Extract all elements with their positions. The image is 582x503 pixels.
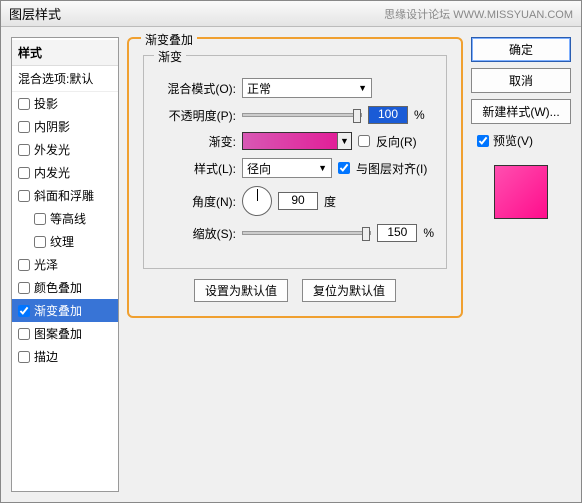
sidebar-item-label: 内发光 (34, 164, 70, 181)
reverse-checkbox[interactable] (358, 135, 370, 147)
sidebar-item-label: 外发光 (34, 141, 70, 158)
cancel-button[interactable]: 取消 (471, 68, 571, 93)
sidebar-item-checkbox[interactable] (18, 259, 30, 271)
angle-input[interactable]: 90 (278, 192, 318, 210)
percent-unit: % (414, 108, 425, 122)
sidebar-item-checkbox[interactable] (34, 213, 46, 225)
preview-label: 预览(V) (493, 132, 533, 149)
preview-swatch (494, 165, 548, 219)
opacity-slider[interactable] (242, 113, 362, 117)
blend-mode-label: 混合模式(O): (156, 80, 236, 97)
sidebar-item-checkbox[interactable] (34, 236, 46, 248)
sidebar-item-checkbox[interactable] (18, 190, 30, 202)
sidebar-item-checkbox[interactable] (18, 328, 30, 340)
panel-title: 渐变叠加 (141, 31, 197, 48)
sidebar-header[interactable]: 样式 (12, 40, 118, 66)
sidebar-item-label: 描边 (34, 348, 58, 365)
style-select[interactable]: 径向▼ (242, 158, 332, 178)
set-default-button[interactable]: 设置为默认值 (194, 279, 288, 302)
gradient-picker[interactable]: ▼ (242, 132, 352, 150)
sidebar-item-label: 光泽 (34, 256, 58, 273)
right-column: 确定 取消 新建样式(W)... 预览(V) (471, 37, 571, 492)
preview-checkbox[interactable] (477, 135, 489, 147)
sidebar-item-3[interactable]: 内发光 (12, 161, 118, 184)
sidebar-item-0[interactable]: 投影 (12, 92, 118, 115)
sidebar-blend-options[interactable]: 混合选项:默认 (12, 66, 118, 92)
reset-default-button[interactable]: 复位为默认值 (302, 279, 396, 302)
sidebar-item-checkbox[interactable] (18, 167, 30, 179)
layer-style-dialog: 图层样式 思缘设计论坛 WWW.MISSYUAN.COM 样式 混合选项:默认 … (0, 0, 582, 503)
sidebar-item-checkbox[interactable] (18, 351, 30, 363)
sidebar-item-checkbox[interactable] (18, 121, 30, 133)
sidebar-item-label: 纹理 (50, 233, 74, 250)
sidebar-item-label: 图案叠加 (34, 325, 82, 342)
group-title: 渐变 (154, 48, 186, 65)
new-style-button[interactable]: 新建样式(W)... (471, 99, 571, 124)
sidebar-item-8[interactable]: 颜色叠加 (12, 276, 118, 299)
sidebar-item-label: 内阴影 (34, 118, 70, 135)
sidebar-item-2[interactable]: 外发光 (12, 138, 118, 161)
styles-sidebar: 样式 混合选项:默认 投影内阴影外发光内发光斜面和浮雕等高线纹理光泽颜色叠加渐变… (11, 37, 119, 492)
gradient-group: 渐变 混合模式(O): 正常▼ 不透明度(P): 100 % (143, 55, 447, 269)
opacity-input[interactable]: 100 (368, 106, 408, 124)
scale-label: 缩放(S): (156, 225, 236, 242)
sidebar-item-10[interactable]: 图案叠加 (12, 322, 118, 345)
align-label: 与图层对齐(I) (356, 160, 427, 177)
sidebar-item-label: 投影 (34, 95, 58, 112)
sidebar-item-label: 等高线 (50, 210, 86, 227)
style-label: 样式(L): (156, 160, 236, 177)
blend-mode-select[interactable]: 正常▼ (242, 78, 372, 98)
chevron-down-icon[interactable]: ▼ (337, 133, 351, 149)
scale-slider[interactable] (242, 231, 371, 235)
scale-input[interactable]: 150 (377, 224, 417, 242)
sidebar-item-checkbox[interactable] (18, 282, 30, 294)
chevron-down-icon: ▼ (318, 163, 327, 173)
reverse-label: 反向(R) (376, 133, 417, 150)
gradient-overlay-panel: 渐变叠加 渐变 混合模式(O): 正常▼ 不透明度(P): 100 % (127, 37, 463, 318)
opacity-label: 不透明度(P): (156, 107, 236, 124)
sidebar-item-label: 颜色叠加 (34, 279, 82, 296)
gradient-label: 渐变: (156, 133, 236, 150)
angle-dial[interactable] (242, 186, 272, 216)
sidebar-item-5[interactable]: 等高线 (12, 207, 118, 230)
sidebar-item-checkbox[interactable] (18, 98, 30, 110)
sidebar-item-9[interactable]: 渐变叠加 (12, 299, 118, 322)
ok-button[interactable]: 确定 (471, 37, 571, 62)
sidebar-item-7[interactable]: 光泽 (12, 253, 118, 276)
sidebar-item-1[interactable]: 内阴影 (12, 115, 118, 138)
angle-label: 角度(N): (156, 193, 236, 210)
window-title: 图层样式 (9, 4, 61, 23)
angle-unit: 度 (324, 193, 336, 210)
percent-unit: % (423, 226, 434, 240)
main-panel: 渐变叠加 渐变 混合模式(O): 正常▼ 不透明度(P): 100 % (127, 37, 463, 492)
sidebar-item-6[interactable]: 纹理 (12, 230, 118, 253)
sidebar-item-label: 斜面和浮雕 (34, 187, 94, 204)
sidebar-item-checkbox[interactable] (18, 305, 30, 317)
sidebar-item-checkbox[interactable] (18, 144, 30, 156)
chevron-down-icon: ▼ (358, 83, 367, 93)
titlebar: 图层样式 思缘设计论坛 WWW.MISSYUAN.COM (1, 1, 581, 27)
sidebar-item-11[interactable]: 描边 (12, 345, 118, 368)
align-checkbox[interactable] (338, 162, 350, 174)
watermark: 思缘设计论坛 WWW.MISSYUAN.COM (384, 6, 573, 22)
sidebar-item-label: 渐变叠加 (34, 302, 82, 319)
sidebar-item-4[interactable]: 斜面和浮雕 (12, 184, 118, 207)
